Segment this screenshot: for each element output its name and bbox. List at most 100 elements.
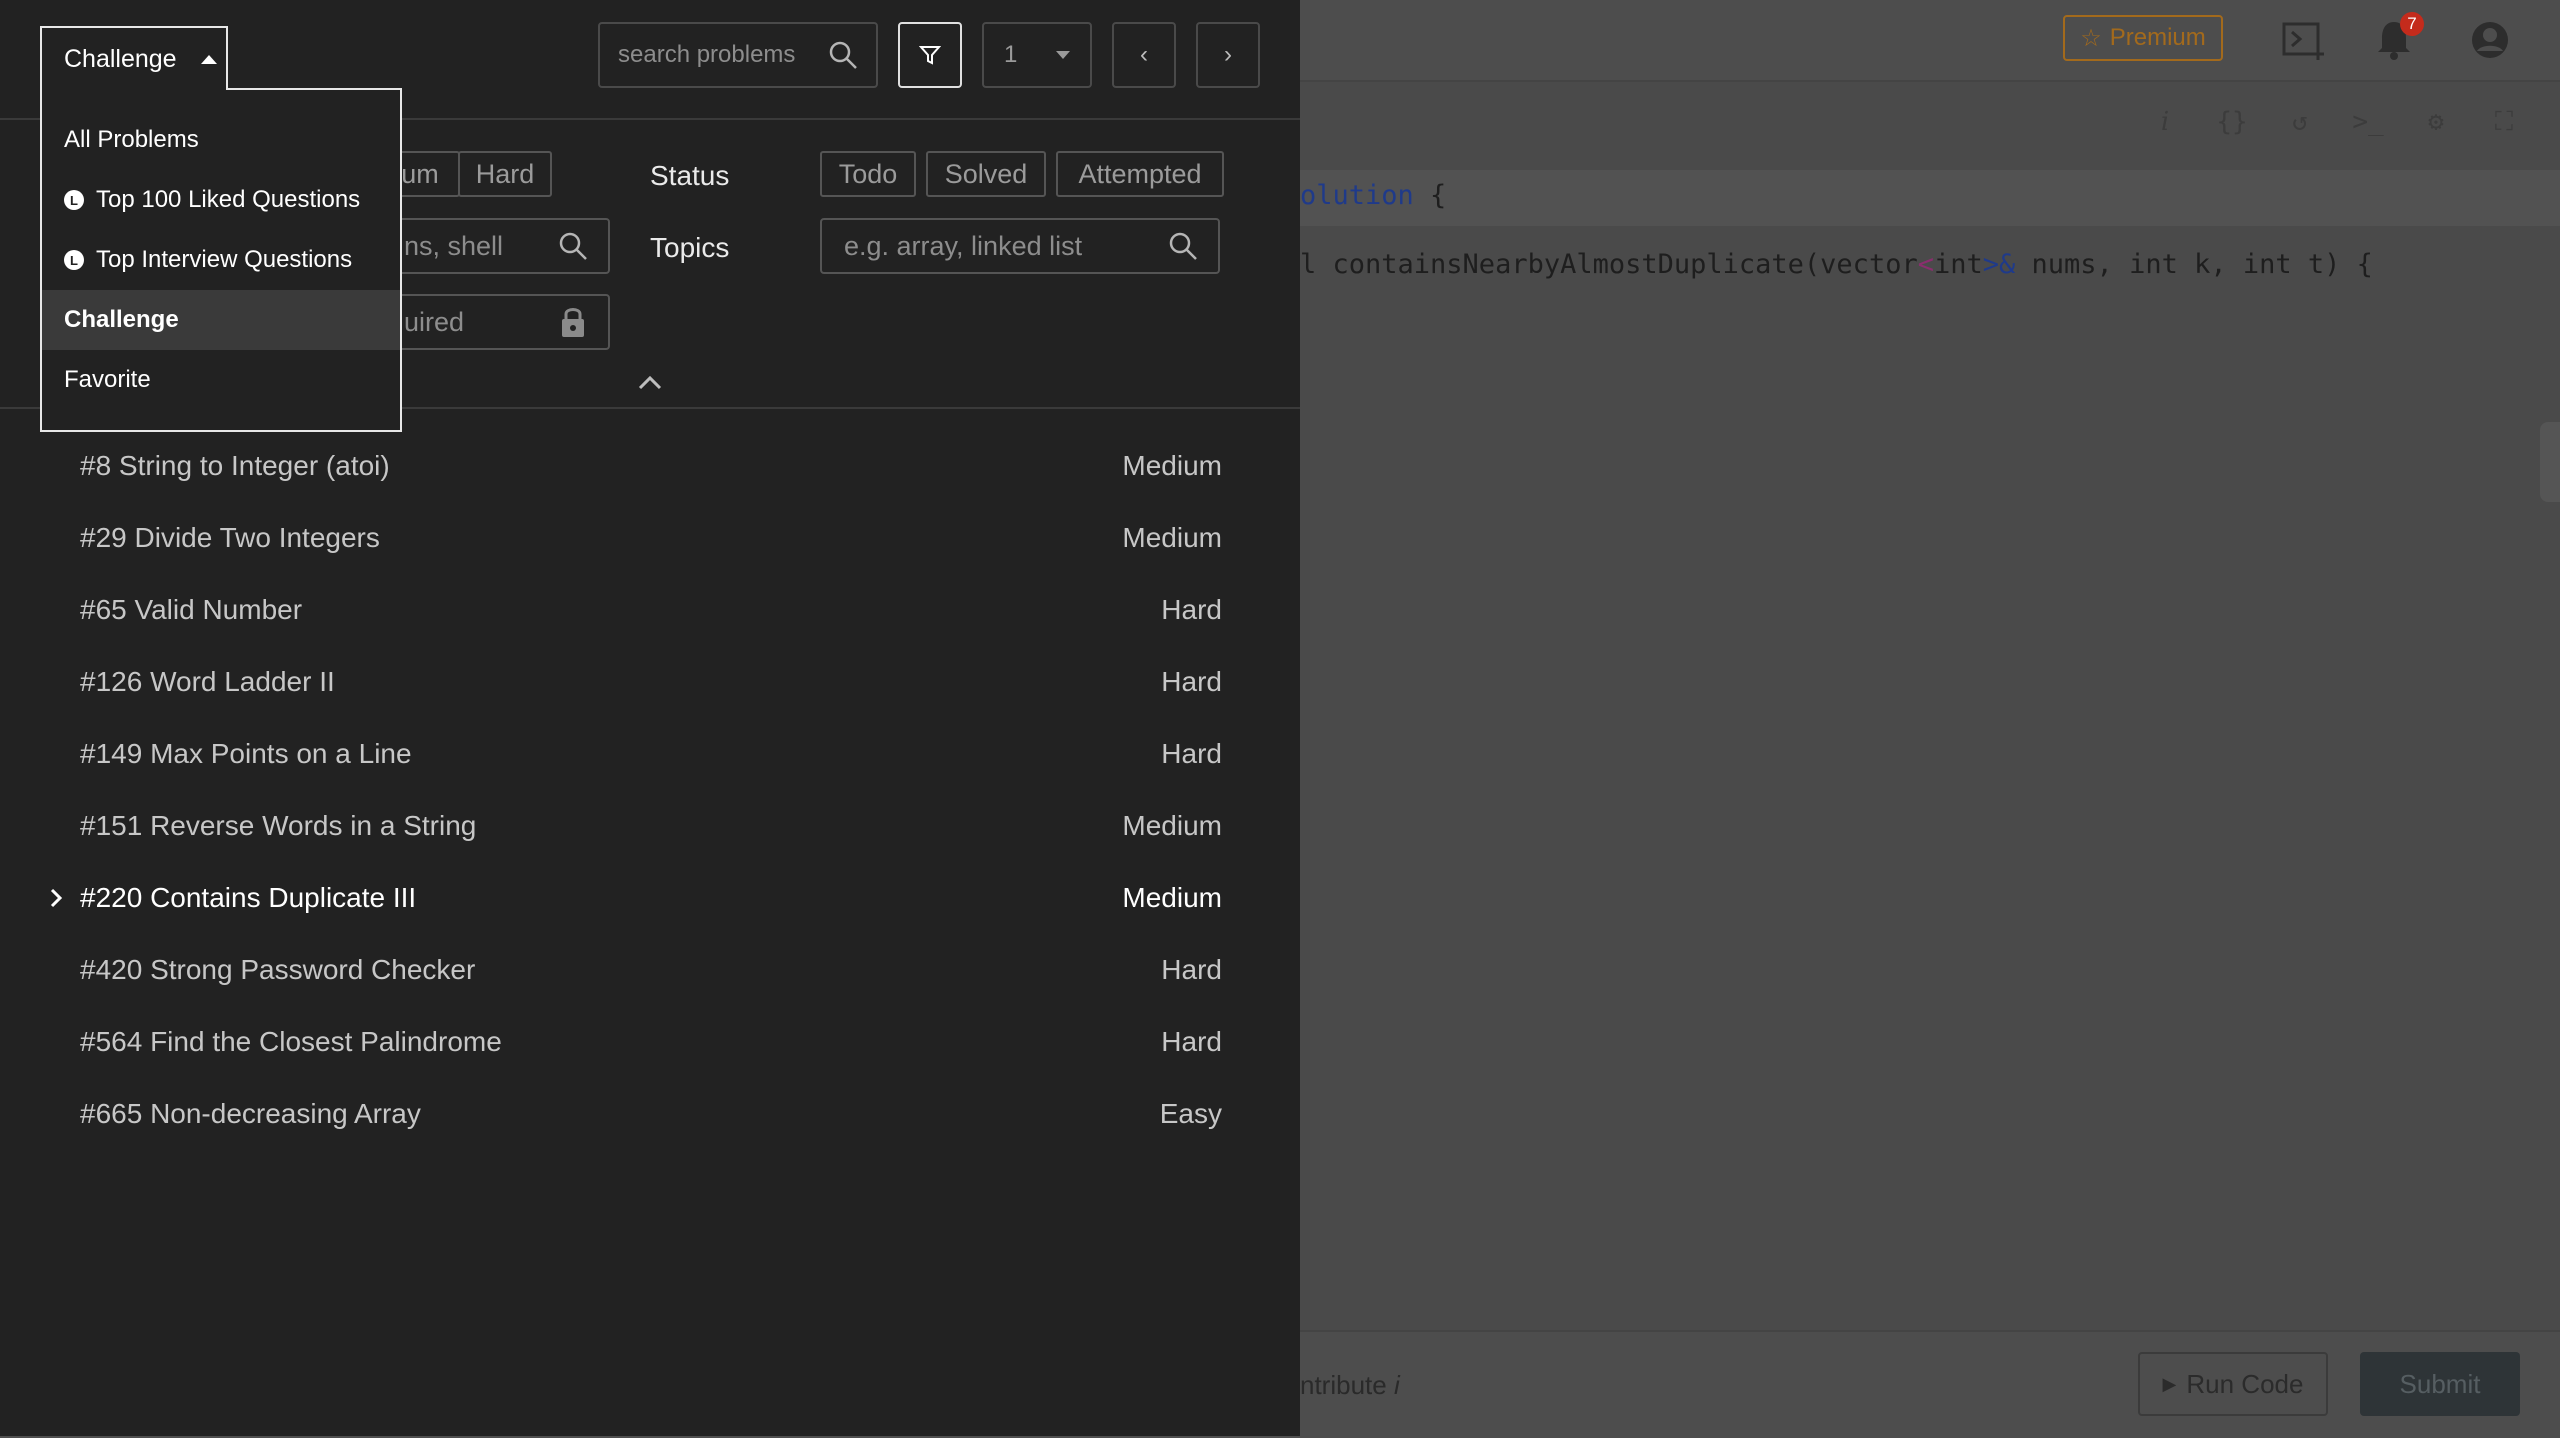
problem-row[interactable]: #665 Non-decreasing Array Easy — [0, 1078, 1300, 1150]
console-icon[interactable]: >_ — [2348, 102, 2388, 142]
problem-title[interactable]: #665 Non-decreasing Array — [80, 1078, 421, 1150]
code-token: olution — [1300, 180, 1414, 211]
chevron-right-icon: › — [1224, 41, 1232, 68]
playground-icon[interactable] — [2280, 16, 2328, 64]
problem-difficulty: Easy — [1159, 1098, 1222, 1129]
problem-title[interactable]: #8 String to Integer (atoi) — [80, 430, 390, 502]
side-panel-tab[interactable] — [2540, 422, 2560, 502]
filter-icon — [919, 46, 941, 65]
problem-difficulty: Medium — [1122, 450, 1222, 481]
dropdown-item-challenge[interactable]: Challenge — [42, 290, 400, 350]
code-token: nums, int k, int t) { — [2015, 249, 2373, 280]
prev-page-button[interactable]: ‹ — [1112, 22, 1176, 88]
leetcode-icon: L — [64, 190, 84, 210]
problem-row[interactable]: #151 Reverse Words in a String Medium — [0, 790, 1300, 862]
caret-up-icon — [200, 54, 217, 64]
star-icon: ☆ — [2080, 24, 2102, 52]
page-number: 1 — [1004, 41, 1018, 68]
dropdown-item-all-problems[interactable]: All Problems — [42, 110, 400, 170]
problem-row[interactable]: #29 Divide Two Integers Medium — [0, 502, 1300, 574]
list-selector-label: Challenge — [64, 44, 177, 73]
page-select[interactable]: 1 — [982, 22, 1092, 88]
topics-input[interactable]: e.g. array, linked list — [820, 218, 1220, 274]
info-icon[interactable]: i — [2145, 102, 2185, 142]
list-selector-button[interactable]: Challenge — [40, 26, 228, 90]
problem-row[interactable]: #65 Valid Number Hard — [0, 574, 1300, 646]
run-code-button[interactable]: ▶ Run Code — [2138, 1352, 2328, 1416]
search-icon — [1169, 232, 1197, 260]
chevron-down-icon — [1056, 51, 1070, 59]
status-attempted-chip[interactable]: Attempted — [1056, 151, 1224, 197]
dropdown-item-favorite[interactable]: Favorite — [42, 350, 400, 410]
problem-title[interactable]: #149 Max Points on a Line — [80, 718, 412, 790]
contribute-label: ntribute — [1300, 1370, 1387, 1400]
settings-icon[interactable]: ⚙ — [2416, 102, 2456, 142]
problem-row[interactable]: #220 Contains Duplicate III Medium — [0, 862, 1300, 934]
problem-title[interactable]: #151 Reverse Words in a String — [80, 790, 476, 862]
code-line-highlight — [1300, 170, 2560, 226]
problem-difficulty: Medium — [1122, 810, 1222, 841]
problem-difficulty: Hard — [1161, 1026, 1222, 1057]
braces-icon[interactable]: {} — [2212, 102, 2252, 142]
fullscreen-icon[interactable]: ⛶ — [2484, 102, 2524, 142]
dropdown-item-label: Top Interview Questions — [96, 246, 353, 273]
avatar-icon[interactable] — [2466, 16, 2514, 64]
premium-button[interactable]: ☆ Premium — [2063, 15, 2223, 61]
dropdown-item-top-100-liked[interactable]: L Top 100 Liked Questions — [42, 170, 400, 230]
code-line-2[interactable]: l containsNearbyAlmostDuplicate(vector<i… — [1300, 249, 2373, 280]
search-placeholder: search problems — [618, 41, 796, 68]
problem-title[interactable]: #65 Valid Number — [80, 574, 302, 646]
problem-title[interactable]: #564 Find the Closest Palindrome — [80, 1006, 502, 1078]
search-icon — [559, 232, 587, 260]
problem-difficulty: Hard — [1161, 594, 1222, 625]
problem-title[interactable]: #420 Strong Password Checker — [80, 934, 475, 1006]
difficulty-hard-chip[interactable]: Hard — [458, 151, 552, 197]
contribute-link[interactable]: ntribute i — [1300, 1370, 1400, 1401]
submit-button[interactable]: Submit — [2360, 1352, 2520, 1416]
companies-input[interactable]: uired — [380, 294, 610, 350]
topics-placeholder: e.g. array, linked list — [844, 230, 1083, 261]
search-input[interactable]: search problems — [598, 22, 878, 88]
problem-row[interactable]: #149 Max Points on a Line Hard — [0, 718, 1300, 790]
problem-difficulty: Hard — [1161, 738, 1222, 769]
tags-input-text: ns, shell — [404, 230, 504, 261]
next-page-button[interactable]: › — [1196, 22, 1260, 88]
leetcode-icon: L — [64, 250, 84, 270]
code-line-1[interactable]: olution { — [1300, 180, 1446, 211]
tags-input[interactable]: ns, shell — [380, 218, 610, 274]
status-todo-chip[interactable]: Todo — [820, 151, 916, 197]
problem-row[interactable]: #564 Find the Closest Palindrome Hard — [0, 1006, 1300, 1078]
chevron-right-icon — [50, 888, 63, 908]
problem-title[interactable]: #220 Contains Duplicate III — [80, 862, 416, 934]
code-editor-area: ☆ Premium 7 i {} ↺ >_ ⚙ ⛶ olution { l co… — [1300, 0, 2560, 1438]
problem-row[interactable]: #8 String to Integer (atoi) Medium — [0, 430, 1300, 502]
code-token: l containsNearbyAlmostDuplicate(vector — [1300, 249, 1918, 280]
code-token: >& — [1982, 249, 2016, 280]
filter-toggle-button[interactable] — [898, 22, 962, 88]
problem-list-panel: Challenge search problems 1 ‹ › um Hard … — [0, 0, 1300, 1436]
dropdown-item-label: Favorite — [64, 366, 151, 393]
status-solved-chip[interactable]: Solved — [926, 151, 1046, 197]
topics-label: Topics — [650, 232, 730, 263]
dropdown-item-top-interview[interactable]: L Top Interview Questions — [42, 230, 400, 290]
notification-badge: 7 — [2400, 12, 2424, 36]
problem-difficulty: Hard — [1161, 954, 1222, 985]
premium-label: Premium — [2109, 24, 2206, 51]
problem-difficulty: Hard — [1161, 666, 1222, 697]
reset-icon[interactable]: ↺ — [2280, 102, 2320, 142]
code-token: { — [1413, 180, 1447, 211]
chevron-up-icon[interactable] — [636, 372, 664, 392]
dropdown-item-label: Top 100 Liked Questions — [96, 186, 361, 213]
problem-row[interactable]: #420 Strong Password Checker Hard — [0, 934, 1300, 1006]
editor-toolbar: i {} ↺ >_ ⚙ ⛶ — [1300, 82, 2560, 162]
problem-title[interactable]: #126 Word Ladder II — [80, 646, 335, 718]
lock-icon — [562, 308, 584, 337]
problem-row[interactable]: #126 Word Ladder II Hard — [0, 646, 1300, 718]
problem-difficulty: Medium — [1122, 522, 1222, 553]
problem-title[interactable]: #29 Divide Two Integers — [80, 502, 380, 574]
code-token: < — [1917, 249, 1934, 280]
list-dropdown-menu: All Problems L Top 100 Liked Questions L… — [40, 88, 402, 432]
top-navbar: ☆ Premium 7 — [1300, 0, 2560, 82]
run-code-label: Run Code — [2186, 1368, 2304, 1399]
companies-input-text: uired — [404, 306, 465, 337]
